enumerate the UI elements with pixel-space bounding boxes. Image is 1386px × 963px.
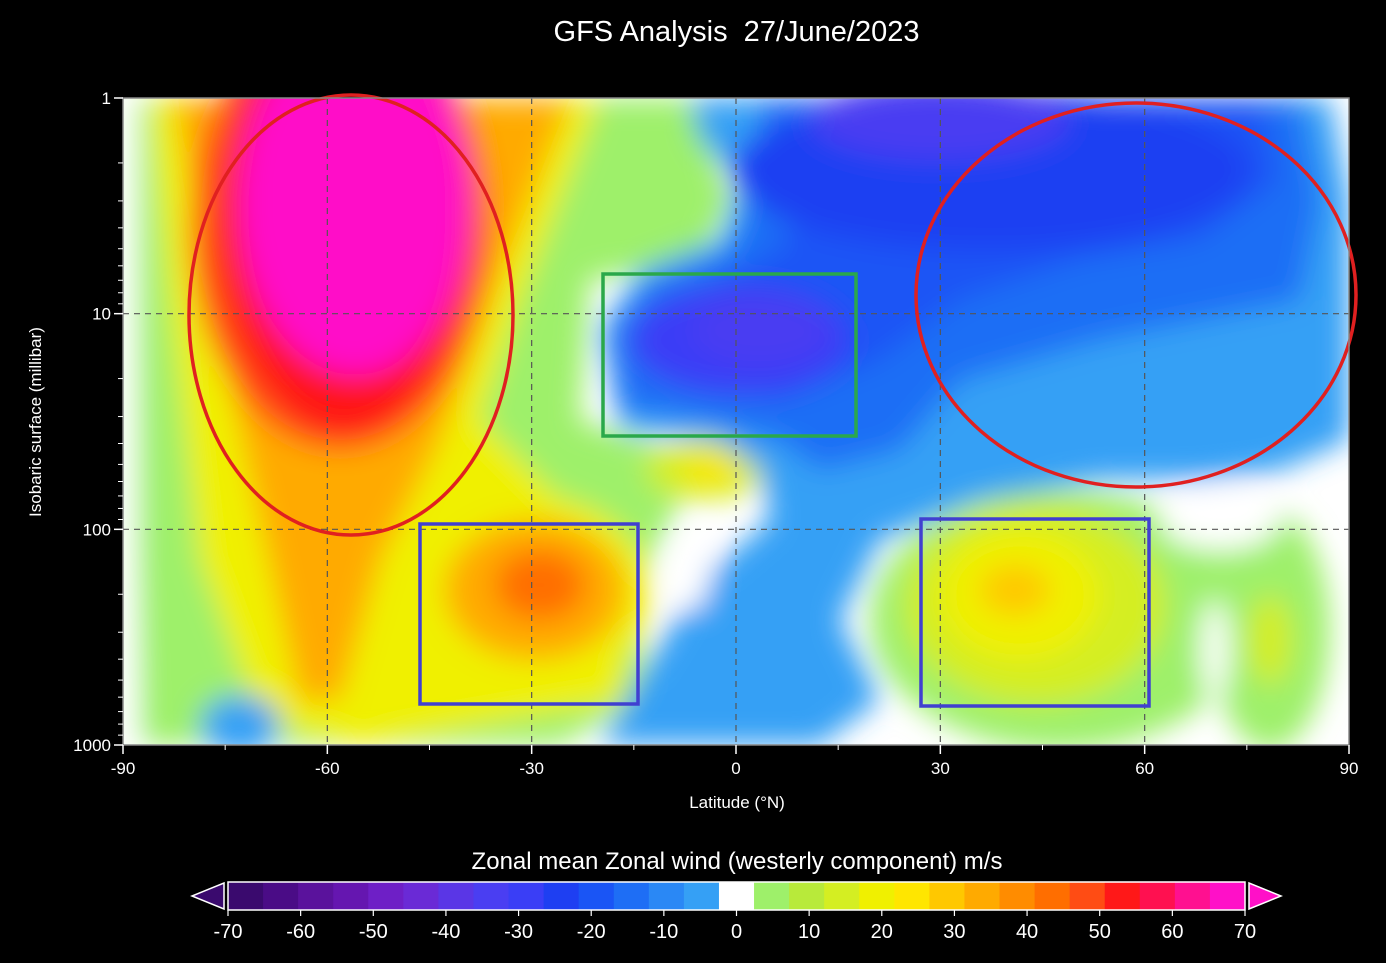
colorbar-tick-label: -30 — [504, 921, 533, 943]
colorbar-swatch — [894, 882, 930, 910]
colorbar-tick-label: 0 — [731, 921, 742, 943]
x-tick-label: 90 — [1340, 759, 1359, 778]
colorbar-swatch — [508, 882, 545, 910]
colorbar-swatch — [543, 882, 580, 910]
x-tick-label: 0 — [731, 759, 740, 778]
colorbar-tick-label: -50 — [359, 921, 388, 943]
colorbar-swatch — [1174, 882, 1211, 910]
colorbar-tick-label: -10 — [649, 921, 678, 943]
colorbar-swatch — [613, 882, 650, 910]
colorbar-swatch — [824, 882, 860, 910]
colorbar-swatch — [859, 882, 895, 910]
y-tick-label: 1000 — [73, 736, 111, 755]
colorbar-swatch — [789, 882, 825, 910]
colorbar: -70 -60 -50 -40 -30 -20 -10 0 10 20 30 40 50 60 70 — [190, 881, 1283, 943]
colorbar-min-arrow — [190, 881, 225, 911]
colorbar-swatch — [333, 882, 369, 910]
colorbar-tick-label: 30 — [943, 921, 965, 943]
colorbar-tick-label: -60 — [286, 921, 315, 943]
colorbar-swatch — [298, 882, 334, 910]
colorbar-swatch — [1069, 882, 1106, 910]
colorbar-swatch — [263, 882, 299, 910]
colorbar-swatch — [403, 882, 439, 910]
colorbar-tick-label: 40 — [1016, 921, 1038, 943]
x-tick-label: -30 — [519, 759, 544, 778]
colorbar-swatch — [438, 882, 474, 910]
colorbar-swatch — [999, 882, 1036, 910]
colorbar-tick-label: 20 — [871, 921, 893, 943]
colorbar-tick-label: 10 — [798, 921, 820, 943]
x-tick-label: 30 — [931, 759, 950, 778]
colorbar-swatch — [683, 882, 720, 910]
colorbar-tick-label: 50 — [1089, 921, 1111, 943]
colorbar-swatch — [1034, 882, 1071, 910]
colorbar-tick-label: -40 — [431, 921, 460, 943]
x-tick-label: -90 — [111, 759, 136, 778]
colorbar-swatch — [929, 882, 965, 910]
colorbar-tick-label: -70 — [214, 921, 243, 943]
colorbar-swatch — [754, 882, 790, 910]
colorbar-tick-label: 70 — [1234, 921, 1256, 943]
colorbar-tick-label: -20 — [577, 921, 606, 943]
colorbar-swatch — [473, 882, 510, 910]
colorbar-tick-label: 60 — [1161, 921, 1183, 943]
colorbar-swatch — [964, 882, 1001, 910]
chart-svg: -90 -60 -30 0 30 60 901101001000 -70 -60 -50 -40-… — [73, 89, 1359, 943]
colorbar-max-arrow — [1248, 881, 1283, 911]
colorbar-swatch — [1139, 882, 1176, 910]
y-tick-label: 10 — [92, 305, 111, 324]
x-tick-label: -60 — [315, 759, 340, 778]
colorbar-swatch — [578, 882, 615, 910]
colorbar-swatch — [648, 882, 685, 910]
y-tick-label: 100 — [83, 520, 111, 539]
colorbar-swatch — [1209, 882, 1246, 910]
y-tick-label: 1 — [102, 89, 111, 108]
colorbar-swatch — [228, 882, 264, 910]
x-tick-label: 60 — [1135, 759, 1154, 778]
colorbar-swatch — [368, 882, 404, 910]
colorbar-swatch — [718, 882, 755, 910]
colorbar-swatch — [1104, 882, 1141, 910]
